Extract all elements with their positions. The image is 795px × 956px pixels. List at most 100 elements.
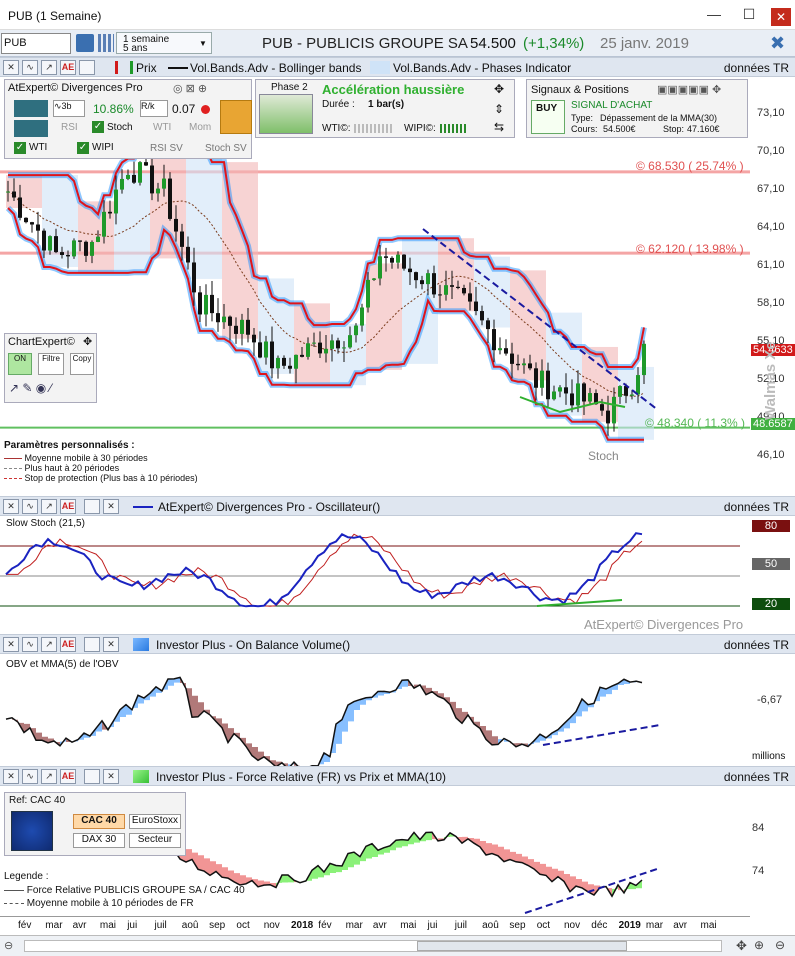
chartexpert-tools-icons[interactable]: ↗ ✎ ◉ ⁄ [9, 381, 52, 395]
stoch-close-icon[interactable]: ✕ [103, 499, 119, 514]
divergence-up-icon[interactable] [14, 100, 48, 117]
obv-chart[interactable] [0, 654, 750, 766]
stoch-indicator-icon[interactable]: ∿ [22, 499, 38, 514]
zoom-in-icon[interactable]: ⊕ [754, 938, 764, 952]
obv-close-icon[interactable]: ✕ [103, 637, 119, 652]
obv-window-icon[interactable] [84, 637, 100, 652]
obv-ae-icon[interactable]: AE [60, 637, 76, 652]
horizontal-scrollbar[interactable] [24, 940, 722, 952]
x-axis-label: jui [427, 920, 438, 931]
x-axis-label: mai [99, 920, 117, 931]
tool-icon[interactable]: ✕ [3, 60, 19, 75]
wipi-toggle[interactable]: WIPI [92, 142, 114, 153]
candle-body [12, 191, 16, 198]
fr-draw-icon[interactable]: ↗ [41, 769, 57, 784]
obv-toolbar-label[interactable]: Investor Plus - On Balance Volume() [156, 638, 350, 652]
candle-body [564, 387, 568, 394]
price-tick-label: 61,10 [757, 259, 785, 271]
wti-toggle[interactable]: WTI [29, 142, 47, 153]
panel-buttons-icon[interactable]: ◎ ⊠ ⊕ [173, 82, 207, 95]
stoch-toolbar: ✕ ∿ ↗ AE ✕ AtExpert© Divergences Pro - O… [0, 496, 795, 516]
swap-icon[interactable]: ⇆ [494, 120, 504, 134]
stoch-draw-icon[interactable]: ↗ [41, 499, 57, 514]
book-icon[interactable] [76, 34, 94, 52]
zoom-reset-icon[interactable]: ⊖ [775, 938, 785, 952]
stoch-window-icon[interactable] [84, 499, 100, 514]
on-button[interactable]: ON [8, 353, 32, 375]
rk-icon[interactable]: R/k [140, 100, 168, 117]
stoch-ae-icon[interactable]: AE [60, 499, 76, 514]
stoch-sv-checkbox[interactable]: Stoch SV [205, 143, 247, 154]
filtre-button[interactable]: Filtre [38, 353, 64, 375]
obv-tool-icon[interactable]: ✕ [3, 637, 19, 652]
stoch-check-icon[interactable]: ✓ [92, 121, 104, 133]
candle-body [342, 347, 346, 349]
window-titlebar: PUB (1 Semaine) — ☐ ✕ [0, 0, 795, 30]
period-dropdown[interactable]: 1 semaine 5 ans ▼ [116, 32, 212, 54]
candle-body [552, 391, 556, 400]
tools-icon[interactable]: ✖ [770, 33, 785, 54]
divergence-ratio-icon[interactable]: ∿3b [53, 100, 85, 117]
data-source-label: données TR [723, 61, 789, 75]
rsi-sv-checkbox[interactable]: RSI SV [150, 143, 183, 154]
expand-icon[interactable]: ⇕ [494, 102, 504, 116]
eurostoxx-button[interactable]: EuroStoxx [129, 814, 181, 829]
indicator-icon[interactable]: ∿ [22, 60, 38, 75]
cac40-button[interactable]: CAC 40 [73, 814, 125, 829]
wti-meter [354, 124, 394, 133]
divergence-down-icon[interactable] [14, 120, 48, 137]
bell-icon[interactable] [220, 100, 252, 134]
price-series-label[interactable]: Prix [136, 61, 157, 75]
stoch-tool-icon[interactable]: ✕ [3, 499, 19, 514]
candle-body [588, 393, 592, 402]
bollinger-label[interactable]: Vol.Bands.Adv - Bollinger bands [190, 61, 361, 75]
phase-zone [186, 145, 222, 279]
fr-area [426, 832, 432, 841]
fr-tool-icon[interactable]: ✕ [3, 769, 19, 784]
candle-body [336, 340, 340, 349]
copy-button[interactable]: Copy [70, 353, 94, 375]
stoch-toolbar-label[interactable]: AtExpert© Divergences Pro - Oscillateur(… [158, 500, 380, 514]
fr-ae-icon[interactable]: AE [60, 769, 76, 784]
candle-icon [115, 61, 133, 74]
fr-toolbar-label[interactable]: Investor Plus - Force Relative (FR) vs P… [156, 770, 446, 784]
minimize-button[interactable]: — [700, 4, 728, 24]
symbol-input[interactable]: PUB [1, 33, 71, 54]
window-icon[interactable] [79, 60, 95, 75]
chartexpert-move-icon[interactable]: ✥ [83, 335, 92, 348]
move-chart-icon[interactable]: ✥ [736, 938, 747, 954]
signals-toolbar-icons[interactable]: ▣▣▣▣▣ ✥ [657, 83, 721, 96]
wipi-check-icon[interactable]: ✓ [77, 142, 89, 154]
zoom-out-icon[interactable]: ⊖ [4, 939, 13, 952]
wipi-meter-label: WIPI©: [404, 123, 436, 134]
move-icon[interactable]: ✥ [494, 82, 504, 96]
rsi-checkbox[interactable]: RSI [61, 122, 78, 133]
stoch-level-50: 50 [752, 558, 790, 570]
maximize-button[interactable]: ☐ [735, 4, 763, 24]
obv-area [36, 732, 42, 741]
mom-checkbox[interactable]: Mom [189, 122, 211, 133]
obv-indicator-icon[interactable]: ∿ [22, 637, 38, 652]
fr-close-icon[interactable]: ✕ [103, 769, 119, 784]
close-button[interactable]: ✕ [771, 8, 791, 26]
wti-checkbox[interactable]: WTI [153, 122, 171, 133]
signal-type: Dépassement de la MMA(30) [600, 113, 718, 123]
phases-label[interactable]: Vol.Bands.Adv - Phases Indicator [393, 61, 571, 75]
stoch-checkbox[interactable]: Stoch [107, 122, 133, 133]
fr-indicator-icon[interactable]: ∿ [22, 769, 38, 784]
watermark: Walmas Xe [762, 341, 779, 420]
secteur-button[interactable]: Secteur [129, 833, 181, 848]
candle-body [228, 316, 232, 326]
candle-body [636, 375, 640, 395]
candle-body [366, 279, 370, 308]
scroll-thumb[interactable] [417, 941, 627, 951]
obv-draw-icon[interactable]: ↗ [41, 637, 57, 652]
candle-body [456, 286, 460, 288]
wti-check-icon[interactable]: ✓ [14, 142, 26, 154]
dax30-button[interactable]: DAX 30 [73, 833, 125, 848]
ae-icon[interactable]: AE [60, 60, 76, 75]
candle-body [270, 341, 274, 369]
draw-icon[interactable]: ↗ [41, 60, 57, 75]
fr-window-icon[interactable] [84, 769, 100, 784]
candle-body [198, 292, 202, 315]
